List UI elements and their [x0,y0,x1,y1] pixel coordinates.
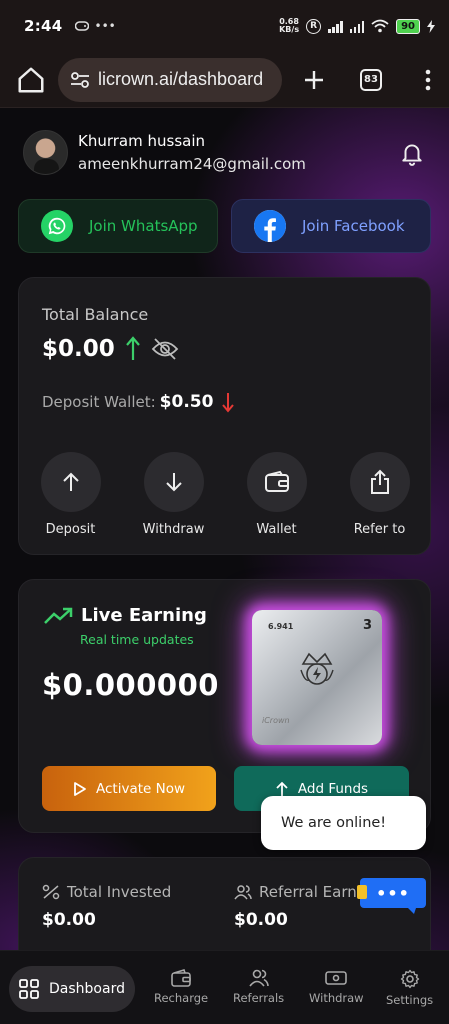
total-balance-amount: $0.00 [42,336,115,362]
nav-settings[interactable]: Settings [386,969,433,1007]
url-text: licrown.ai/dashboard [98,69,264,89]
nav-dashboard[interactable]: Dashboard [9,966,135,1012]
facebook-icon [254,210,286,242]
join-whatsapp-button[interactable]: Join WhatsApp [18,199,218,253]
trend-down-arrow-icon [222,393,235,413]
chat-online-popup[interactable]: We are online! [261,796,426,850]
deposit-button[interactable]: Deposit [19,452,122,537]
status-bar: 2:44 ••• 0.68 KB/s R 90 [0,0,449,52]
join-facebook-label: Join Facebook [302,217,405,235]
eye-off-icon[interactable] [151,337,179,361]
url-bar[interactable]: licrown.ai/dashboard [58,57,282,102]
tab-switcher-button[interactable]: 83 [360,68,382,91]
dashboard-page: Khurram hussain ameenkhurram24@gmail.com… [0,108,449,1024]
signal-icon-2 [349,20,365,33]
dashboard-grid-icon [19,979,39,999]
nav-referrals-label: Referrals [233,991,285,1005]
total-invested-label: Total Invested [67,883,172,901]
menu-dots-icon[interactable] [424,69,432,91]
nav-recharge[interactable]: Recharge [154,969,208,1005]
game-controller-icon [74,21,89,31]
profile-name: Khurram hussain [78,132,206,150]
nav-referrals[interactable]: Referrals [233,969,284,1005]
total-invested-value: $0.00 [42,910,96,930]
referral-earning-value: $0.00 [234,910,288,930]
nav-dashboard-label: Dashboard [49,981,125,997]
join-whatsapp-label: Join WhatsApp [89,217,198,235]
chip-serial: 6.941 [268,622,294,631]
share-icon [370,469,389,494]
play-icon [74,781,86,796]
balance-card: Total Balance $0.00 Deposit Wallet: $0.5… [18,277,431,555]
deposit-wallet-row: Deposit Wallet: $0.50 [42,391,235,413]
total-invested-stat: Total Invested $0.00 [42,883,171,930]
deposit-wallet-label: Deposit Wallet: [42,393,156,411]
status-time: 2:44 [24,17,63,35]
network-speed: 0.68 KB/s [279,17,300,34]
nav-settings-label: Settings [386,993,434,1007]
refer-to-label: Refer to [353,522,406,537]
users-icon [248,969,269,987]
wallet-button[interactable]: Wallet [225,452,328,537]
site-settings-icon[interactable] [70,71,90,89]
arrow-up-icon [276,781,288,796]
live-earning-title: Live Earning [43,605,207,626]
home-icon[interactable] [16,65,46,95]
users-icon [234,885,252,900]
live-earning-title-text: Live Earning [81,605,207,626]
nav-withdraw[interactable]: Withdraw [309,969,364,1005]
live-earning-card: Live Earning Real time updates $0.000000… [18,579,431,833]
withdraw-button[interactable]: Withdraw [122,452,225,537]
deposit-label: Deposit [45,522,96,537]
activate-now-button[interactable]: Activate Now [42,766,216,811]
status-left-icons: ••• [74,19,116,33]
profile-header: Khurram hussain ameenkhurram24@gmail.com [23,130,306,175]
referral-earning-label: Referral Earni [259,883,361,901]
wifi-icon [371,19,389,33]
wallet-icon [171,969,191,987]
wallet-icon [264,470,289,492]
invest-icon [42,884,60,900]
whatsapp-icon [41,210,73,242]
nav-recharge-label: Recharge [154,991,209,1005]
arrow-up-icon [62,472,79,491]
chip-number: 3 [362,618,372,633]
total-balance-value: $0.00 [42,336,179,362]
avatar[interactable] [23,130,68,175]
deposit-wallet-value: $0.50 [159,392,214,412]
bottom-nav: Dashboard Recharge Referrals Withdraw Se… [0,950,449,1024]
new-tab-icon[interactable] [302,68,326,92]
crown-logo-icon [300,652,334,685]
trending-up-icon [44,607,73,624]
profile-email: ameenkhurram24@gmail.com [78,155,306,173]
arrow-down-icon [165,473,182,492]
gear-icon [400,969,419,989]
r-badge-icon: R [306,18,322,34]
more-dots-icon: ••• [94,19,116,33]
battery-icon: 90 [396,18,420,34]
join-facebook-button[interactable]: Join Facebook [231,199,431,253]
chat-widget-button[interactable]: ••• [357,878,426,914]
signal-icon [328,20,343,33]
nav-withdraw-label: Withdraw [309,991,364,1005]
activate-now-label: Activate Now [95,780,185,797]
bell-icon[interactable] [399,140,425,166]
wallet-label: Wallet [256,522,297,537]
chip-brand: iCrown [262,716,290,725]
withdraw-label: Withdraw [142,522,205,537]
referral-earning-stat: Referral Earni $0.00 [234,883,361,930]
live-earning-value: $0.000000 [42,668,219,702]
live-earning-subtitle: Real time updates [80,632,194,647]
cash-icon [325,971,348,985]
browser-toolbar: licrown.ai/dashboard 83 [0,52,449,108]
add-funds-label: Add Funds [297,780,369,797]
trend-up-arrow-icon [125,336,140,360]
total-balance-label: Total Balance [42,305,149,324]
charging-icon [427,19,435,33]
mining-chip-image: 6.941 3 iCrown [252,610,382,745]
refer-to-button[interactable]: Refer to [328,452,431,537]
